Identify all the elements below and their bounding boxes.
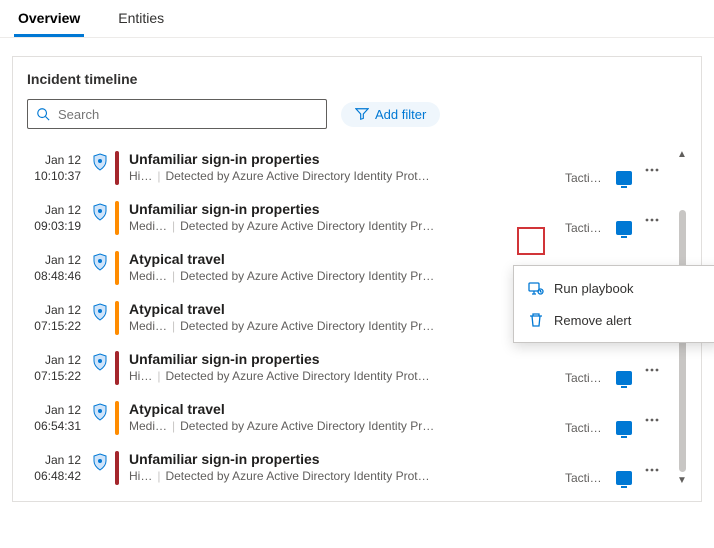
tab-overview[interactable]: Overview (14, 0, 84, 37)
tactics-label: Tacti… (565, 149, 611, 187)
scroll-down-icon[interactable]: ▼ (676, 475, 688, 487)
alert-meta: Medi…|Detected by Azure Active Directory… (129, 269, 565, 283)
severity-bar (115, 201, 119, 235)
timeline-row[interactable]: Jan 1209:03:19 Unfamiliar sign-in proper… (27, 193, 667, 243)
timeline-row[interactable]: Jan 1210:10:37 Unfamiliar sign-in proper… (27, 143, 667, 193)
controls-row: Add filter (27, 99, 693, 129)
timestamp: Jan 1206:54:31 (27, 399, 89, 437)
panel-title: Incident timeline (27, 71, 693, 87)
alert-title[interactable]: Unfamiliar sign-in properties (129, 351, 565, 367)
severity-bar (115, 151, 119, 185)
tab-bar: Overview Entities (0, 0, 714, 38)
tactics-label: Tacti… (565, 399, 611, 437)
alert-meta: Medi…|Detected by Azure Active Directory… (129, 219, 565, 233)
timeline-row[interactable]: Jan 1207:15:22 Unfamiliar sign-in proper… (27, 343, 667, 393)
alert-body: Unfamiliar sign-in properties Medi…|Dete… (129, 199, 565, 237)
severity-bar (115, 301, 119, 335)
menu-run-playbook[interactable]: Run playbook (514, 272, 714, 304)
severity-bar (115, 351, 119, 385)
alert-meta: Hi…|Detected by Azure Active Directory I… (129, 469, 565, 483)
severity-bar (115, 251, 119, 285)
more-icon (644, 212, 660, 228)
add-filter-button[interactable]: Add filter (341, 102, 440, 127)
alert-type-icon (89, 199, 111, 237)
alert-meta: Hi…|Detected by Azure Active Directory I… (129, 369, 565, 383)
playbook-icon (528, 280, 544, 296)
row-context-menu: Run playbook Remove alert (513, 265, 714, 343)
alert-body: Atypical travel Medi…|Detected by Azure … (129, 249, 565, 287)
menu-run-playbook-label: Run playbook (554, 281, 634, 296)
row-more-button[interactable] (637, 199, 667, 237)
alert-title[interactable]: Atypical travel (129, 301, 565, 317)
alert-body: Unfamiliar sign-in properties Hi…|Detect… (129, 349, 565, 387)
filter-icon (355, 107, 369, 121)
timestamp: Jan 1209:03:19 (27, 199, 89, 237)
endpoint-icon (611, 449, 637, 487)
alert-type-icon (89, 299, 111, 337)
alert-type-icon (89, 399, 111, 437)
menu-remove-alert-label: Remove alert (554, 313, 631, 328)
search-icon (36, 107, 50, 121)
timestamp: Jan 1206:48:42 (27, 449, 89, 487)
more-icon (644, 462, 660, 478)
trash-icon (528, 312, 544, 328)
more-icon (644, 362, 660, 378)
endpoint-icon (611, 149, 637, 187)
alert-title[interactable]: Unfamiliar sign-in properties (129, 151, 565, 167)
alert-type-icon (89, 349, 111, 387)
alert-title[interactable]: Atypical travel (129, 251, 565, 267)
alert-title[interactable]: Atypical travel (129, 401, 565, 417)
row-more-button[interactable] (637, 349, 667, 387)
search-input-wrapper[interactable] (27, 99, 327, 129)
tactics-label: Tacti… (565, 199, 611, 237)
add-filter-label: Add filter (375, 107, 426, 122)
search-input[interactable] (58, 107, 318, 122)
alert-meta: Hi…|Detected by Azure Active Directory I… (129, 169, 565, 183)
menu-remove-alert[interactable]: Remove alert (514, 304, 714, 336)
alert-meta: Medi…|Detected by Azure Active Directory… (129, 319, 565, 333)
alert-type-icon (89, 249, 111, 287)
tab-entities[interactable]: Entities (114, 0, 168, 37)
timeline-row[interactable]: Jan 1206:54:31 Atypical travel Medi…|Det… (27, 393, 667, 443)
alert-title[interactable]: Unfamiliar sign-in properties (129, 451, 565, 467)
more-icon (644, 162, 660, 178)
alert-type-icon (89, 149, 111, 187)
row-more-button[interactable] (637, 149, 667, 187)
timestamp: Jan 1207:15:22 (27, 349, 89, 387)
more-icon (644, 412, 660, 428)
tactics-label: Tacti… (565, 449, 611, 487)
timestamp: Jan 1207:15:22 (27, 299, 89, 337)
timeline-row[interactable]: Jan 1206:48:42 Unfamiliar sign-in proper… (27, 443, 667, 493)
timestamp: Jan 1208:48:46 (27, 249, 89, 287)
scroll-up-icon[interactable]: ▲ (676, 149, 688, 161)
alert-title[interactable]: Unfamiliar sign-in properties (129, 201, 565, 217)
tactics-label: Tacti… (565, 349, 611, 387)
row-more-button[interactable] (637, 399, 667, 437)
severity-bar (115, 451, 119, 485)
endpoint-icon (611, 199, 637, 237)
endpoint-icon (611, 349, 637, 387)
alert-body: Unfamiliar sign-in properties Hi…|Detect… (129, 449, 565, 487)
alert-type-icon (89, 449, 111, 487)
severity-bar (115, 401, 119, 435)
endpoint-icon (611, 399, 637, 437)
incident-timeline-panel: Incident timeline Add filter Jan 1210:10… (12, 56, 702, 502)
alert-meta: Medi…|Detected by Azure Active Directory… (129, 419, 565, 433)
alert-body: Atypical travel Medi…|Detected by Azure … (129, 399, 565, 437)
timestamp: Jan 1210:10:37 (27, 149, 89, 187)
alert-body: Atypical travel Medi…|Detected by Azure … (129, 299, 565, 337)
alert-body: Unfamiliar sign-in properties Hi…|Detect… (129, 149, 565, 187)
row-more-button[interactable] (637, 449, 667, 487)
